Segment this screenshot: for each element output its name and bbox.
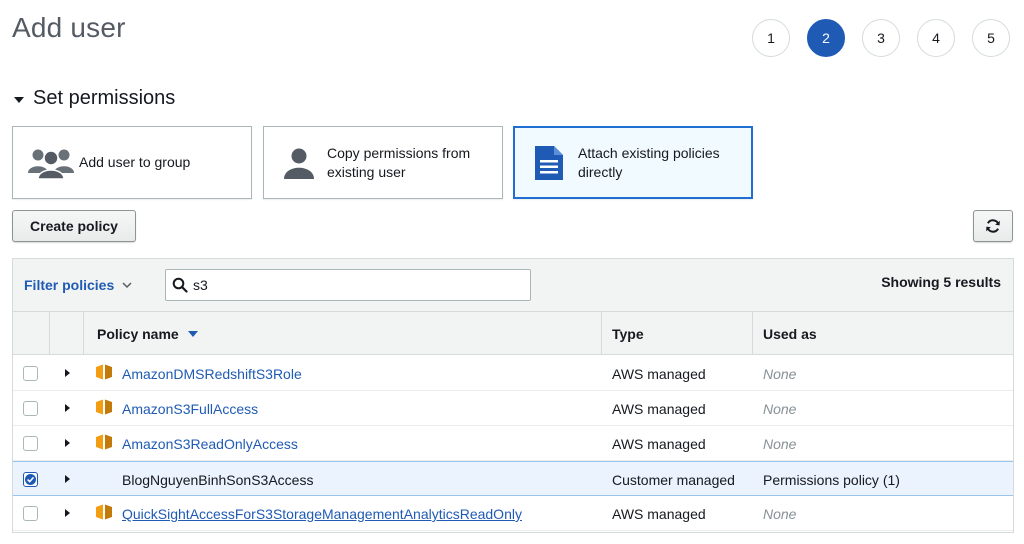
step-4[interactable]: 4 — [917, 19, 955, 57]
policy-name-link[interactable]: AmazonS3FullAccess — [122, 401, 258, 417]
policy-name-link[interactable]: BlogNguyenBinhSonS3Access — [122, 472, 313, 488]
policy-type: AWS managed — [612, 366, 706, 382]
aws-package-icon — [96, 364, 112, 380]
option-label: Attach existing policies directly — [578, 144, 720, 180]
option-add-user-to-group[interactable]: Add user to group — [12, 126, 252, 199]
refresh-icon — [986, 219, 1000, 233]
table-header: Policy name Type Used as — [13, 312, 1013, 355]
policy-name-link[interactable]: QuickSightAccessForS3StorageManagementAn… — [122, 506, 522, 522]
row-checkbox[interactable] — [23, 401, 38, 416]
row-checkbox[interactable] — [23, 366, 38, 381]
page-title: Add user — [12, 12, 126, 43]
policy-used-as: None — [763, 436, 797, 452]
step-1[interactable]: 1 — [752, 19, 790, 57]
caret-down-icon — [14, 96, 24, 103]
search-icon — [172, 277, 188, 293]
user-icon — [284, 148, 314, 179]
policy-used-as: Permissions policy (1) — [763, 472, 900, 488]
policy-type: AWS managed — [612, 436, 706, 452]
set-permissions-header[interactable]: Set permissions — [14, 87, 175, 110]
expand-caret-icon[interactable] — [65, 475, 70, 483]
column-label: Policy name — [97, 326, 179, 342]
policy-used-as: None — [763, 366, 797, 382]
column-divider — [83, 312, 84, 354]
filter-policies-dropdown[interactable]: Filter policies — [24, 277, 133, 293]
policy-type: AWS managed — [612, 506, 706, 522]
aws-package-icon — [96, 399, 112, 415]
checkmark-icon — [25, 474, 36, 485]
document-icon — [535, 145, 563, 180]
policy-name-link[interactable]: AmazonDMSRedshiftS3Role — [122, 366, 302, 382]
policy-name-link[interactable]: AmazonS3ReadOnlyAccess — [122, 436, 298, 452]
column-header-policy-name[interactable]: Policy name — [97, 326, 199, 342]
option-attach-policies[interactable]: Attach existing policies directly — [513, 126, 753, 199]
wizard-steps: 1 2 3 4 5 — [744, 19, 1024, 57]
column-divider — [49, 312, 50, 354]
refresh-button[interactable] — [973, 210, 1013, 242]
user-group-icon — [28, 149, 74, 180]
option-copy-permissions[interactable]: Copy permissions from existing user — [263, 126, 503, 199]
filter-label: Filter policies — [24, 277, 115, 293]
search-input[interactable] — [193, 277, 513, 293]
policies-table: Filter policies Showing 5 results Policy… — [12, 258, 1014, 533]
table-row[interactable]: AmazonS3FullAccess AWS managed None — [13, 391, 1013, 426]
column-divider — [601, 312, 602, 354]
policy-used-as: None — [763, 401, 797, 417]
chevron-down-icon — [122, 282, 132, 289]
table-row[interactable]: AmazonS3ReadOnlyAccess AWS managed None — [13, 426, 1013, 461]
sort-descending-icon — [187, 331, 198, 337]
create-policy-button[interactable]: Create policy — [12, 210, 136, 242]
option-label: Copy permissions from existing user — [327, 144, 471, 180]
table-row[interactable]: BlogNguyenBinhSonS3Access Customer manag… — [13, 461, 1013, 496]
column-header-type[interactable]: Type — [612, 326, 644, 342]
policy-used-as: None — [763, 506, 797, 522]
aws-package-icon — [96, 434, 112, 450]
expand-caret-icon[interactable] — [65, 439, 70, 447]
expand-caret-icon[interactable] — [65, 369, 70, 377]
row-checkbox[interactable] — [23, 472, 38, 487]
expand-caret-icon[interactable] — [65, 404, 70, 412]
column-divider — [752, 312, 753, 354]
search-box[interactable] — [165, 269, 531, 301]
step-5[interactable]: 5 — [972, 19, 1010, 57]
aws-package-icon — [96, 504, 112, 520]
table-row[interactable]: AmazonDMSRedshiftS3Role AWS managed None — [13, 356, 1013, 391]
column-header-used-as[interactable]: Used as — [763, 326, 817, 342]
expand-caret-icon[interactable] — [65, 509, 70, 517]
results-count: Showing 5 results — [881, 274, 1001, 290]
step-2[interactable]: 2 — [807, 19, 845, 57]
table-row[interactable]: QuickSightAccessForS3StorageManagementAn… — [13, 496, 1013, 531]
row-checkbox[interactable] — [23, 506, 38, 521]
table-toolbar: Filter policies Showing 5 results — [13, 259, 1013, 312]
policy-type: Customer managed — [612, 472, 735, 488]
row-checkbox[interactable] — [23, 436, 38, 451]
section-title: Set permissions — [33, 87, 176, 109]
step-3[interactable]: 3 — [862, 19, 900, 57]
policy-type: AWS managed — [612, 401, 706, 417]
option-label: Add user to group — [79, 154, 191, 170]
